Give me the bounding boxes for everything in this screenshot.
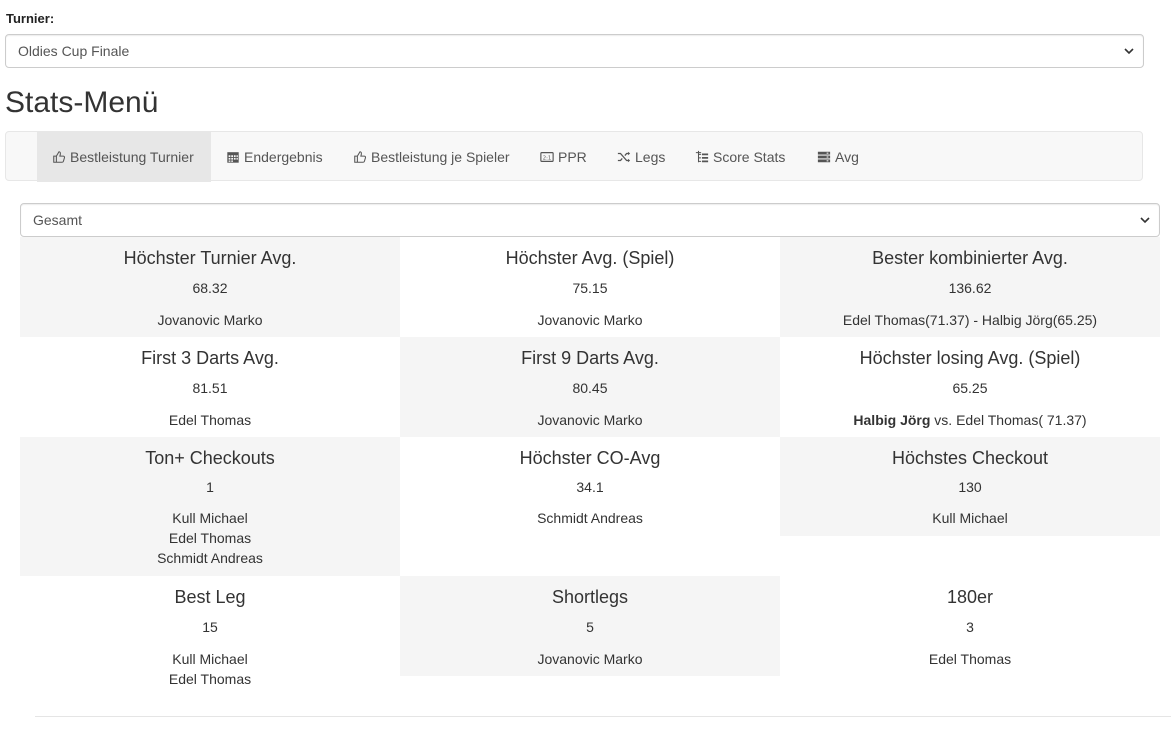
- stat-card: First 3 Darts Avg. 81.51 Edel Thomas: [20, 337, 400, 437]
- stat-title: Höchster CO-Avg: [519, 448, 661, 468]
- tab-bestleistung-je-spieler[interactable]: Bestleistung je Spieler: [352, 132, 510, 182]
- stat-value: 81.51: [192, 380, 228, 396]
- stat-title: Höchster Turnier Avg.: [123, 248, 297, 268]
- stat-player: Kull Michael: [172, 651, 248, 667]
- tab-label: PPR: [558, 149, 587, 165]
- stat-player: Jovanovic Marko: [537, 651, 643, 667]
- stat-value: 65.25: [952, 380, 988, 396]
- stat-opponent: vs. Edel Thomas( 71.37): [930, 412, 1087, 428]
- stats-nav-bar: Bestleistung Turnier Endergebnis Bestlei…: [5, 131, 1143, 182]
- chevron-down-icon: [1124, 35, 1134, 80]
- stat-player: Edel Thomas: [928, 651, 1012, 667]
- stat-player: Kull Michael: [172, 510, 248, 526]
- turnier-select-value: Oldies Cup Finale: [18, 43, 130, 59]
- page-title: Stats-Menü: [5, 86, 159, 119]
- stat-card: Best Leg 15 Kull Michael Edel Thomas: [20, 576, 400, 696]
- stat-title: Shortlegs: [551, 587, 629, 607]
- stat-value: 75.15: [572, 280, 608, 296]
- stat-card: Höchster Turnier Avg. 68.32 Jovanovic Ma…: [20, 237, 400, 337]
- stat-card: Höchstes Checkout 130 Kull Michael: [780, 437, 1160, 536]
- stat-title: 180er: [946, 587, 994, 607]
- stat-value: 136.62: [948, 280, 992, 296]
- stat-player: Jovanovic Marko: [157, 312, 263, 328]
- stat-title: Ton+ Checkouts: [145, 448, 275, 468]
- stat-value: 1: [206, 479, 214, 495]
- tab-score-stats[interactable]: Score Stats: [694, 132, 785, 182]
- stat-value: 68.32: [192, 280, 228, 296]
- stat-player: Schmidt Andreas: [157, 550, 263, 566]
- stat-card: First 9 Darts Avg. 80.45 Jovanovic Marko: [400, 337, 780, 437]
- footer-divider: [35, 716, 1171, 717]
- stat-card: Höchster losing Avg. (Spiel) 65.25 Halbi…: [780, 337, 1160, 437]
- stat-title: Best Leg: [174, 587, 246, 607]
- tab-label: Endergebnis: [244, 149, 323, 165]
- stat-player: Edel Thomas: [168, 412, 252, 428]
- stat-card: 180er 3 Edel Thomas: [780, 576, 1160, 676]
- tab-label: Legs: [635, 149, 666, 165]
- server-icon: [816, 150, 831, 165]
- svg-text:2:1: 2:1: [542, 156, 550, 162]
- stat-player: Schmidt Andreas: [537, 510, 643, 526]
- tab-label: Avg: [835, 149, 859, 165]
- tab-avg[interactable]: Avg: [816, 132, 859, 182]
- tab-bestleistung-turnier[interactable]: Bestleistung Turnier: [37, 132, 211, 182]
- scoreboard-icon: 2:1: [539, 150, 554, 165]
- stat-title: Bester kombinierter Avg.: [872, 248, 1068, 268]
- turnier-label: Turnier:: [6, 11, 55, 26]
- thumbs-up-icon: [352, 150, 367, 165]
- stat-title: Höchster losing Avg. (Spiel): [859, 348, 1081, 368]
- stat-player: Edel Thomas: [168, 530, 252, 546]
- stat-value: 15: [202, 619, 218, 635]
- stat-player: Edel Thomas(71.37) - Halbig Jörg(65.25): [842, 312, 1098, 328]
- stat-card: Ton+ Checkouts 1 Kull Michael Edel Thoma…: [20, 437, 400, 576]
- stat-value: 3: [966, 619, 974, 635]
- stat-card: Bester kombinierter Avg. 136.62 Edel Tho…: [780, 237, 1160, 337]
- stat-value: 130: [958, 479, 982, 495]
- stat-matchup: Halbig Jörg vs. Edel Thomas( 71.37): [780, 410, 1160, 430]
- stat-title: Höchstes Checkout: [891, 448, 1049, 468]
- stat-value: 80.45: [572, 380, 608, 396]
- tab-label: Bestleistung Turnier: [70, 149, 194, 165]
- stat-player: Jovanovic Marko: [537, 412, 643, 428]
- stat-player: Kull Michael: [932, 510, 1008, 526]
- tab-legs[interactable]: Legs: [616, 132, 665, 182]
- turnier-select[interactable]: Oldies Cup Finale: [5, 34, 1144, 68]
- stat-title: First 3 Darts Avg.: [141, 348, 279, 368]
- filter-select-value: Gesamt: [33, 212, 83, 228]
- tab-endergebnis[interactable]: Endergebnis: [225, 132, 323, 182]
- stat-title: Höchster Avg. (Spiel): [505, 248, 675, 268]
- tab-label: Score Stats: [713, 149, 786, 165]
- tab-label: Bestleistung je Spieler: [371, 149, 510, 165]
- stat-card: Höchster Avg. (Spiel) 75.15 Jovanovic Ma…: [400, 237, 780, 337]
- stat-value: 34.1: [576, 479, 604, 495]
- stat-card: Höchster CO-Avg 34.1 Schmidt Andreas: [400, 437, 780, 576]
- shuffle-icon: [616, 150, 631, 165]
- stat-player: Jovanovic Marko: [537, 312, 643, 328]
- stat-loser: Halbig Jörg: [853, 412, 931, 428]
- stat-title: First 9 Darts Avg.: [521, 348, 659, 368]
- tree-list-icon: [694, 150, 709, 165]
- stat-value: 5: [586, 619, 594, 635]
- stat-card: Shortlegs 5 Jovanovic Marko: [400, 576, 780, 676]
- filter-select[interactable]: Gesamt: [20, 203, 1160, 237]
- stat-player: Edel Thomas: [168, 671, 252, 687]
- tab-ppr[interactable]: 2:1 PPR: [539, 132, 587, 182]
- thumbs-up-icon: [51, 150, 66, 165]
- calendar-icon: [225, 150, 240, 165]
